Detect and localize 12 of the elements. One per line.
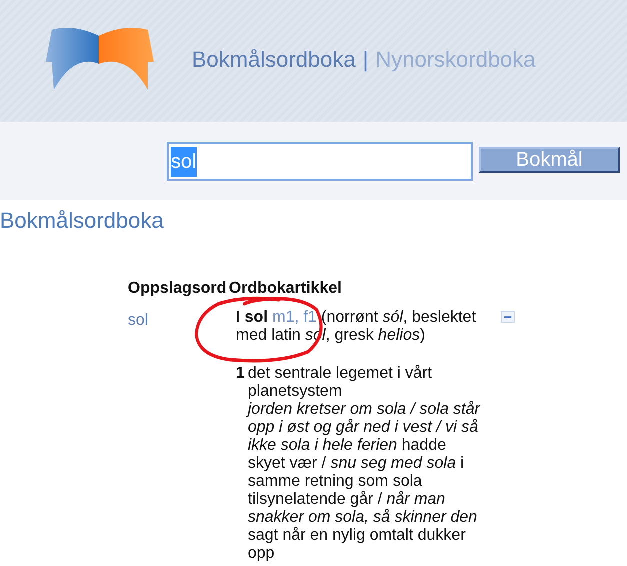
collapse-toggle[interactable]: −: [501, 311, 515, 323]
separator: |: [362, 46, 369, 74]
search-field[interactable]: sol: [167, 142, 473, 181]
page-heading: Bokmålsordboka: [0, 207, 165, 235]
headword-link[interactable]: sol: [128, 312, 148, 329]
dictionary-link[interactable]: Nynorskordboka: [376, 42, 536, 76]
definition-number: 1: [236, 365, 246, 383]
search-button[interactable]: Bokmål: [479, 147, 620, 173]
column-header: Oppslagsord: [128, 279, 228, 299]
dictionary-link[interactable]: Bokmålsordboka: [192, 42, 356, 76]
column-header: Ordbokartikkel: [229, 279, 342, 299]
example-text: jorden kretser om sola / sola står opp i øst og går ned i vest / vi så ikke sola i hele ferien hadde skyet vær / snu seg med sola i samme retning som sola tilsynelatende går / når man snakker om sola, så skinner den sagt når en nylig omtalt dukker opp: [248, 401, 481, 563]
